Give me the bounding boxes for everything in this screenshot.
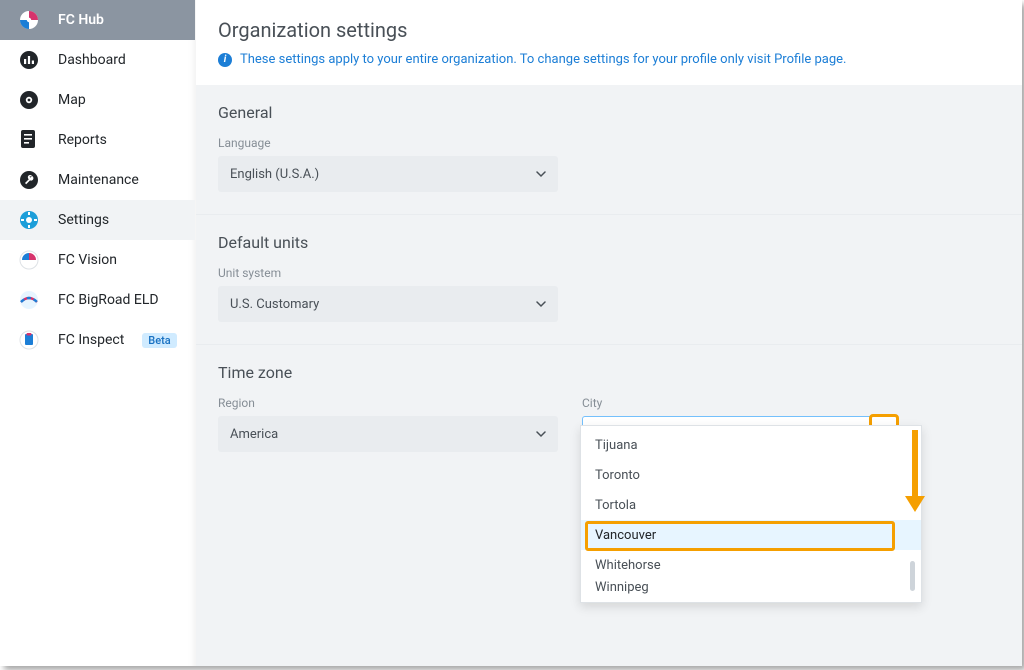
info-icon: i [218,53,232,67]
sidebar-item-label: Map [58,92,86,108]
region-select[interactable]: America [218,416,558,452]
fc-vision-icon [18,249,40,271]
dashboard-icon [18,49,40,71]
sidebar-item-map[interactable]: Map [0,80,195,120]
language-label: Language [218,136,1000,150]
sidebar-item-label: Dashboard [58,52,126,68]
reports-icon [18,129,40,151]
region-label: Region [218,396,558,410]
map-pin-icon [18,89,40,111]
city-dropdown-panel: Tijuana Toronto Tortola Vancouver Whiteh… [580,425,922,603]
city-option-whitehorse[interactable]: Whitehorse [581,550,921,580]
city-option-partial[interactable]: Winnipeg [581,580,921,598]
region-value: America [230,427,278,442]
fc-bigroad-icon [18,289,40,311]
section-title-general: General [218,103,1000,122]
section-general: General Language English (U.S.A.) [196,85,1022,215]
chevron-down-icon [536,299,546,309]
sidebar-item-label: FC Hub [58,12,104,28]
sidebar-item-label: FC Vision [58,252,117,268]
info-text: These settings apply to your entire orga… [240,52,846,67]
page-title: Organization settings [218,18,1000,42]
sidebar-item-maintenance[interactable]: Maintenance [0,160,195,200]
chevron-down-icon [536,169,546,179]
sidebar-item-label: FC Inspect [58,332,124,348]
section-title-units: Default units [218,233,1000,252]
city-option-toronto[interactable]: Toronto [581,460,921,490]
city-label: City [582,396,898,410]
city-option-tijuana[interactable]: Tijuana [581,430,921,460]
sidebar-item-label: Reports [58,132,107,148]
sidebar-item-fc-inspect[interactable]: FC Inspect Beta [0,320,195,360]
sidebar-item-label: FC BigRoad ELD [58,292,159,308]
beta-badge: Beta [142,333,176,348]
city-option-tortola[interactable]: Tortola [581,490,921,520]
fc-hub-logo-icon [18,9,40,31]
city-option-vancouver[interactable]: Vancouver [581,520,921,550]
sidebar-item-reports[interactable]: Reports [0,120,195,160]
sidebar-item-label: Maintenance [58,172,139,188]
dropdown-scrollbar[interactable] [910,561,915,591]
language-select[interactable]: English (U.S.A.) [218,156,558,192]
language-value: English (U.S.A.) [230,167,319,182]
sidebar-item-fc-bigroad[interactable]: FC BigRoad ELD [0,280,195,320]
section-title-timezone: Time zone [218,363,1000,382]
wrench-icon [18,169,40,191]
sidebar-item-fc-vision[interactable]: FC Vision [0,240,195,280]
unit-system-select[interactable]: U.S. Customary [218,286,558,322]
fc-inspect-icon [18,329,40,351]
sidebar-item-label: Settings [58,212,109,228]
gear-icon [18,209,40,231]
sidebar-item-fc-hub[interactable]: FC Hub [0,0,195,40]
chevron-down-icon [536,429,546,439]
page-header: Organization settings i These settings a… [196,0,1022,85]
sidebar-item-dashboard[interactable]: Dashboard [0,40,195,80]
section-default-units: Default units Unit system U.S. Customary [196,215,1022,345]
unit-system-label: Unit system [218,266,1000,280]
sidebar: FC Hub Dashboard Map Reports Maintenance [0,0,196,666]
unit-system-value: U.S. Customary [230,297,319,312]
info-banner: i These settings apply to your entire or… [218,52,1000,67]
sidebar-item-settings[interactable]: Settings [0,200,195,240]
